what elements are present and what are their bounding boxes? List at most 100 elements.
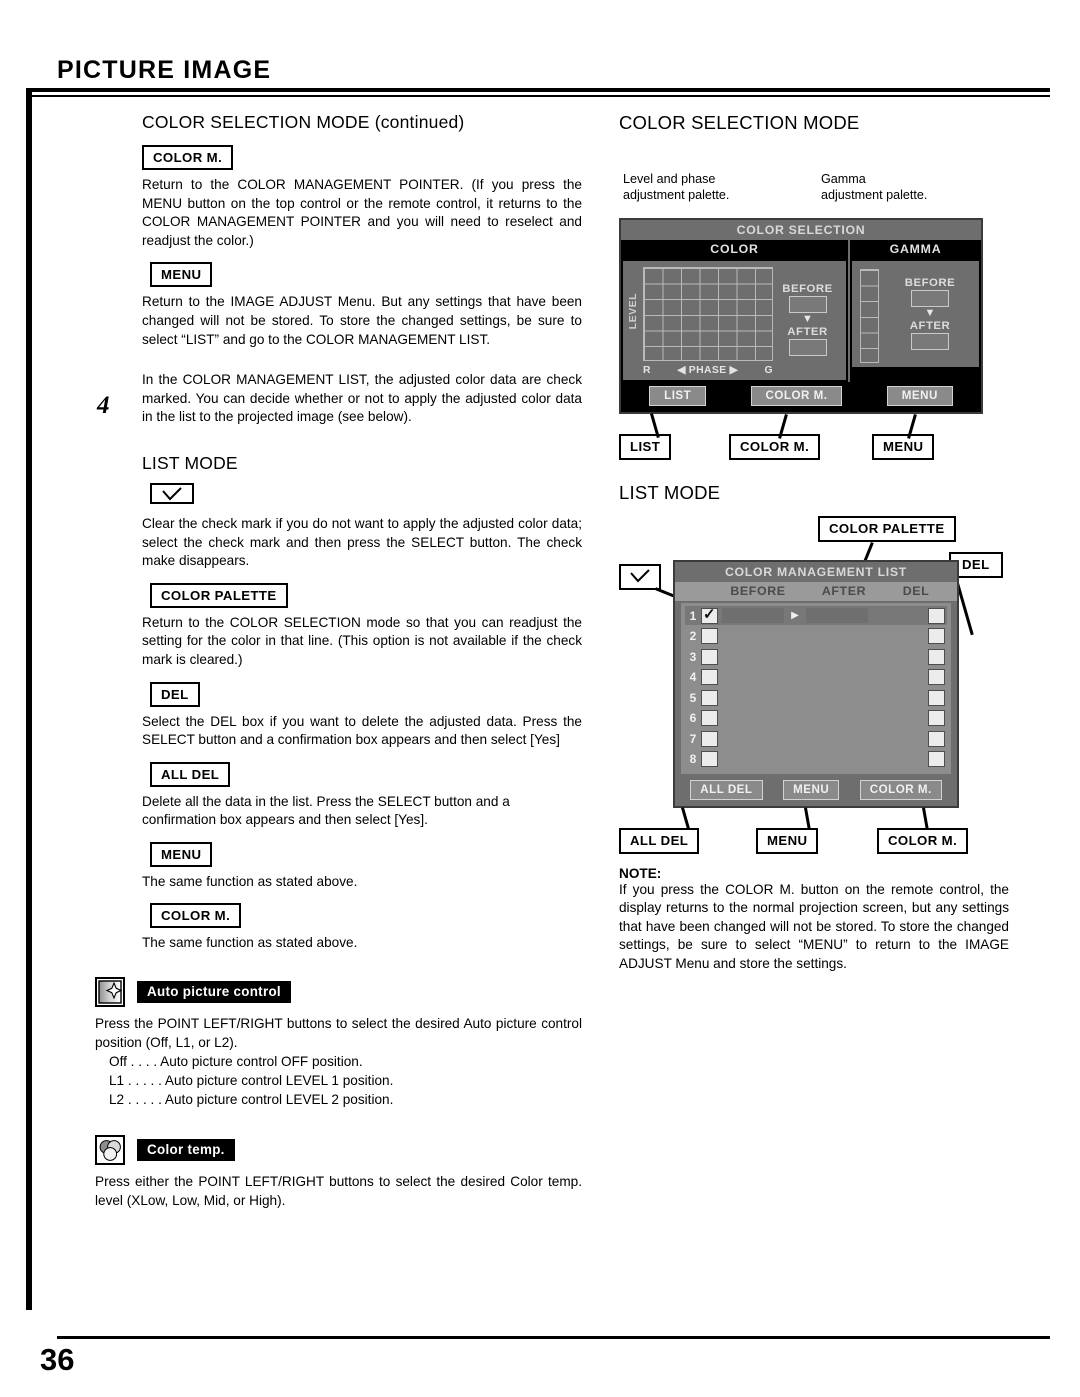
triangle-left-icon: ◀ (677, 365, 686, 376)
manual-page: PICTURE IMAGE COLOR SELECTION MODE (cont… (0, 0, 1080, 1397)
palette-grid[interactable] (643, 267, 773, 361)
auto-picture-control-icon (95, 977, 125, 1008)
row-del-checkbox[interactable] (928, 607, 945, 624)
key-label: MENU (150, 262, 213, 288)
row-del-checkbox[interactable] (928, 669, 945, 685)
osd-button-list[interactable]: LIST (649, 386, 707, 406)
row-checkbox[interactable] (701, 710, 718, 726)
table-row[interactable]: 6 (685, 709, 947, 728)
row-number: 4 (689, 670, 697, 684)
feature-chip-label: Color temp. (137, 1139, 235, 1162)
note-text: If you press the COLOR M. button on the … (619, 881, 1009, 971)
gamma-palette[interactable] (860, 269, 879, 363)
callout-all-del: ALL DEL (619, 827, 700, 854)
list-bottom-callouts: ALL DEL MENU COLOR M. (619, 806, 1009, 856)
cml-header-after: AFTER (821, 584, 867, 598)
callout-color-m-bottom: COLOR M. (877, 827, 969, 854)
color-selection-osd: COLOR SELECTION COLOR LEVEL R ◀ PHASE ▶ … (619, 218, 983, 414)
step-number-4: 4 (97, 392, 110, 419)
paragraph-del: Select the DEL box if you want to delete… (142, 713, 582, 748)
key-color-m-1[interactable]: COLOR M. (142, 145, 582, 170)
color-before-after: BEFORE ▼ AFTER (773, 267, 842, 376)
key-del[interactable]: DEL (150, 681, 582, 707)
key-color-m-2[interactable]: COLOR M. (150, 903, 582, 929)
row-checkbox[interactable] (701, 730, 718, 747)
paragraph-color-temp: Press either the POINT LEFT/RIGHT button… (95, 1174, 582, 1208)
color-panel-heading: COLOR (621, 240, 848, 259)
key-label: COLOR PALETTE (150, 582, 288, 608)
color-management-osd: COLOR MANAGEMENT LIST BEFORE AFTER DEL 1… (673, 560, 959, 808)
left-column: COLOR SELECTION MODE (continued) COLOR M… (95, 112, 582, 1210)
right-column: COLOR SELECTION MODE Level and phase adj… (619, 112, 1009, 973)
gamma-panel-heading: GAMMA (850, 240, 981, 259)
table-row[interactable]: 4 (685, 668, 947, 687)
cml-button-all-del[interactable]: ALL DEL (690, 779, 763, 800)
osd-button-row: LIST COLOR M. MENU (621, 382, 981, 412)
row-number: 2 (689, 629, 697, 643)
paragraph-color-m-1: Return to the COLOR MANAGEMENT POINTER. … (142, 177, 582, 248)
row-checkbox[interactable] (701, 669, 718, 685)
check-glyph (162, 487, 182, 501)
annotation-level-phase-line1: Level and phase (623, 172, 716, 186)
table-row[interactable]: 2 (685, 627, 947, 646)
osd-button-color-m[interactable]: COLOR M. (750, 386, 843, 406)
key-label: DEL (150, 681, 200, 707)
before-swatch (788, 296, 827, 313)
row-del-checkbox[interactable] (928, 751, 945, 767)
table-row[interactable]: 7 (685, 729, 947, 748)
phase-label: PHASE (688, 364, 727, 376)
cml-button-menu[interactable]: MENU (783, 779, 840, 800)
note-block: NOTE: If you press the COLOR M. button o… (619, 866, 1009, 974)
row-checkbox[interactable] (701, 648, 718, 665)
before-swatch (911, 289, 949, 307)
triangle-right-icon: ▶ (729, 365, 739, 376)
key-label: MENU (150, 841, 213, 867)
annotation-gamma-line2: adjustment palette. (821, 187, 928, 202)
osd-button-menu[interactable]: MENU (886, 386, 953, 406)
key-color-palette[interactable]: COLOR PALETTE (150, 582, 582, 608)
level-phase-palette[interactable]: LEVEL R ◀ PHASE ▶ G (627, 267, 773, 376)
after-swatch[interactable] (806, 608, 868, 623)
key-menu-1[interactable]: MENU (150, 262, 582, 288)
cml-button-row: ALL DEL MENU COLOR M. (675, 777, 957, 806)
row-checkbox[interactable] (701, 605, 718, 624)
row-del-checkbox[interactable] (928, 648, 945, 665)
cml-header-before: BEFORE (730, 584, 786, 598)
row-del-checkbox[interactable] (928, 628, 945, 644)
row-del-checkbox[interactable] (928, 710, 945, 726)
key-all-del[interactable]: ALL DEL (150, 761, 582, 787)
key-check-mark[interactable] (150, 482, 582, 509)
key-menu-2[interactable]: MENU (150, 841, 582, 867)
cml-header-del: DEL (902, 584, 930, 598)
row-number: 8 (689, 752, 697, 766)
after-swatch (788, 339, 827, 356)
before-swatch[interactable] (722, 608, 784, 623)
callout-menu-bottom: MENU (756, 827, 819, 854)
row-checkbox[interactable] (701, 689, 718, 706)
row-checkbox[interactable] (701, 628, 718, 644)
row-number: 7 (689, 731, 697, 746)
page-number: 36 (40, 1342, 75, 1377)
paragraph-color-palette: Return to the COLOR SELECTION mode so th… (142, 614, 582, 667)
before-label: BEFORE (904, 276, 956, 289)
list-mode-title-right: LIST MODE (619, 482, 721, 503)
axis-end-label: G (764, 364, 773, 376)
paragraph-menu-2: The same function as stated above. (142, 873, 358, 889)
row-number: 6 (689, 711, 697, 725)
key-label: COLOR M. (150, 903, 242, 929)
table-row[interactable]: 5 (685, 688, 947, 707)
row-del-checkbox[interactable] (928, 730, 945, 747)
paragraph-menu-1: Return to the IMAGE ADJUST Menu. But any… (142, 294, 582, 347)
check-mark-icon (630, 569, 650, 583)
table-row[interactable]: 1 ▶ (685, 605, 947, 625)
table-row[interactable]: 3 (685, 647, 947, 666)
table-row[interactable]: 8 (685, 750, 947, 769)
footer-rule (57, 1336, 1050, 1339)
cml-title: COLOR MANAGEMENT LIST (675, 562, 957, 582)
paragraph-all-del: Delete all the data in the list. Press t… (142, 793, 510, 828)
key-label: COLOR M. (142, 145, 234, 170)
paragraph-color-m-2: The same function as stated above. (142, 935, 358, 951)
row-del-checkbox[interactable] (928, 689, 945, 706)
cml-button-color-m[interactable]: COLOR M. (859, 779, 942, 800)
row-checkbox[interactable] (701, 751, 718, 767)
